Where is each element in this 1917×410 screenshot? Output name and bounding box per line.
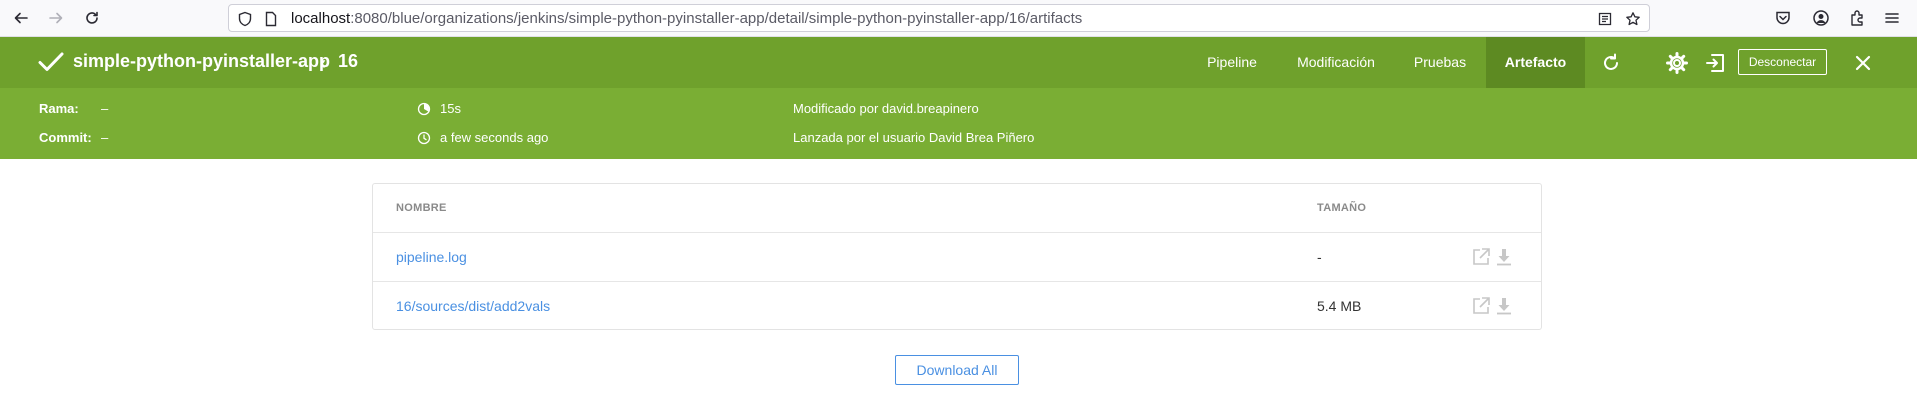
- column-header-size: TAMAÑO: [1317, 202, 1367, 214]
- reload-icon[interactable]: [79, 5, 105, 31]
- tab-pipeline[interactable]: Pipeline: [1200, 37, 1264, 88]
- success-check-icon: [38, 52, 64, 71]
- duration-value: 15s: [440, 101, 461, 116]
- logout-button[interactable]: Desconectar: [1738, 49, 1827, 75]
- forward-arrow-icon[interactable]: [43, 5, 69, 31]
- run-number: 16: [338, 51, 359, 71]
- artifacts-table: NOMBRE TAMAÑO pipeline.log - 16/sources/…: [372, 183, 1542, 330]
- url-path: :8080/blue/organizations/jenkins/simple-…: [350, 10, 1083, 27]
- launched-by: Lanzada por el usuario David Brea Piñero: [793, 130, 1035, 145]
- run-details-bar: Rama: – Commit: – 15s a few seconds ago …: [0, 88, 1917, 159]
- artifact-size: 5.4 MB: [1317, 298, 1362, 314]
- pipeline-name[interactable]: simple-python-pyinstaller-app: [73, 51, 330, 72]
- pipeline-header: simple-python-pyinstaller-app ‹ 16 Pipel…: [0, 37, 1917, 88]
- duration-icon: [417, 102, 431, 116]
- download-icon[interactable]: [1494, 247, 1514, 267]
- extensions-icon[interactable]: [1848, 9, 1866, 27]
- close-icon[interactable]: [1852, 52, 1874, 74]
- modified-by: Modificado por david.breapinero: [793, 101, 979, 116]
- browser-toolbar: localhost:8080/blue/organizations/jenkin…: [0, 0, 1917, 37]
- branch-value: –: [101, 101, 109, 116]
- branch-label: Rama:: [39, 101, 79, 116]
- artifact-size: -: [1317, 249, 1322, 265]
- time-ago: a few seconds ago: [440, 130, 549, 145]
- back-arrow-icon[interactable]: [8, 5, 34, 31]
- rerun-icon[interactable]: [1600, 52, 1622, 74]
- artifact-link[interactable]: 16/sources/dist/add2vals: [396, 298, 550, 314]
- download-icon[interactable]: [1494, 296, 1514, 316]
- url-text[interactable]: localhost:8080/blue/organizations/jenkin…: [291, 10, 1082, 27]
- tab-tests[interactable]: Pruebas: [1408, 37, 1472, 88]
- clock-icon: [417, 131, 431, 145]
- address-bar[interactable]: localhost:8080/blue/organizations/jenkin…: [228, 4, 1650, 32]
- open-external-icon[interactable]: [1471, 247, 1491, 267]
- tab-artifacts[interactable]: Artefacto: [1486, 37, 1585, 88]
- tab-changes[interactable]: Modificación: [1286, 37, 1386, 88]
- url-host: localhost: [291, 10, 351, 27]
- gear-icon[interactable]: [1666, 52, 1688, 74]
- chevron-left-icon[interactable]: ‹: [320, 53, 326, 74]
- table-row: pipeline.log -: [373, 232, 1541, 281]
- column-header-name: NOMBRE: [396, 202, 447, 214]
- open-external-icon[interactable]: [1471, 296, 1491, 316]
- account-icon[interactable]: [1812, 9, 1830, 27]
- reader-view-icon[interactable]: [1597, 11, 1613, 27]
- commit-value: –: [101, 130, 109, 145]
- commit-label: Commit:: [39, 130, 92, 145]
- page-icon[interactable]: [263, 11, 279, 27]
- pocket-icon[interactable]: [1774, 9, 1792, 27]
- download-all-button[interactable]: Download All: [895, 355, 1019, 385]
- artifact-link[interactable]: pipeline.log: [396, 249, 467, 265]
- open-classic-icon[interactable]: [1704, 52, 1726, 74]
- shield-icon[interactable]: [237, 11, 253, 27]
- menu-icon[interactable]: [1883, 9, 1901, 27]
- table-row: 16/sources/dist/add2vals 5.4 MB: [373, 281, 1541, 330]
- bookmark-star-icon[interactable]: [1625, 11, 1641, 27]
